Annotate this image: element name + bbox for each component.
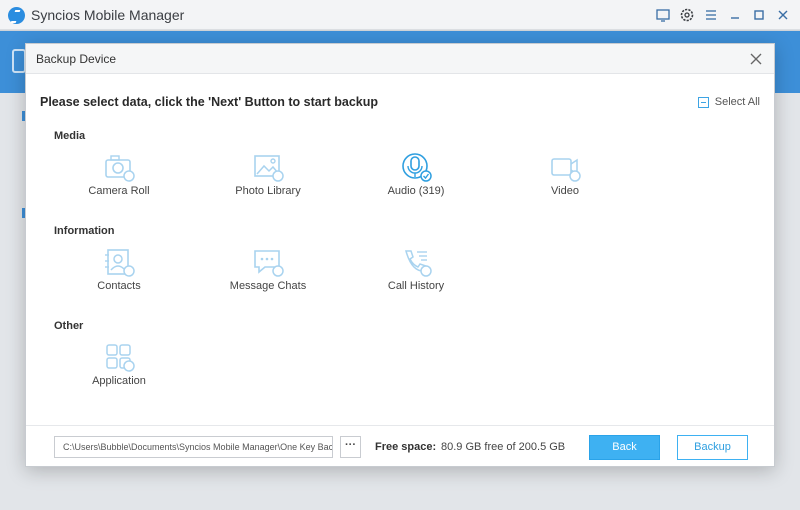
dialog-header: Backup Device: [26, 44, 774, 74]
backup-path-input[interactable]: C:\Users\Bubble\Documents\Syncios Mobile…: [54, 436, 333, 458]
item-photo-library[interactable]: Photo Library: [208, 152, 328, 204]
dialog-close-icon[interactable]: [748, 51, 764, 67]
footer-divider: [26, 425, 774, 426]
maximize-icon[interactable]: [750, 6, 768, 24]
monitor-icon[interactable]: [654, 6, 672, 24]
video-camera-icon: [549, 152, 581, 182]
device-phone-icon: [12, 49, 26, 73]
app-title: Syncios Mobile Manager: [31, 7, 185, 23]
section-media: Media: [54, 130, 86, 142]
item-label: Message Chats: [229, 280, 307, 292]
item-contacts[interactable]: Contacts: [59, 247, 179, 299]
close-icon[interactable]: [774, 6, 792, 24]
select-all-label: Select All: [714, 96, 760, 108]
camera-icon: [103, 152, 135, 182]
chat-bubble-icon: [252, 247, 284, 277]
contact-card-icon: [103, 247, 135, 277]
microphone-icon: [400, 152, 432, 182]
item-audio[interactable]: Audio (319): [356, 152, 476, 204]
item-label: Video: [551, 185, 579, 197]
back-button[interactable]: Back: [589, 435, 660, 460]
free-space-label: Free space:: [375, 441, 437, 453]
checkbox-partial-icon: [697, 96, 709, 108]
gear-icon[interactable]: [678, 6, 696, 24]
backup-device-dialog: Backup Device Please select data, click …: [25, 43, 775, 467]
menu-icon[interactable]: [702, 6, 720, 24]
app-titlebar: Syncios Mobile Manager: [0, 0, 800, 30]
phone-icon: [400, 247, 432, 277]
item-camera-roll[interactable]: Camera Roll: [59, 152, 179, 204]
item-label: Call History: [387, 280, 445, 292]
image-icon: [252, 152, 284, 182]
item-video[interactable]: Video: [505, 152, 625, 204]
section-other: Other: [54, 320, 84, 332]
select-all-checkbox[interactable]: Select All: [697, 96, 760, 108]
item-application[interactable]: Application: [59, 342, 179, 394]
item-label: Camera Roll: [88, 185, 150, 197]
syncios-logo-icon: [8, 7, 25, 24]
item-message-chats[interactable]: Message Chats: [208, 247, 328, 299]
instruction-text: Please select data, click the 'Next' But…: [40, 95, 378, 109]
item-label: Application: [92, 375, 146, 387]
item-label: Contacts: [97, 280, 141, 292]
free-space-value: 80.9 GB free of 200.5 GB: [441, 441, 566, 453]
backup-button[interactable]: Backup: [677, 435, 748, 460]
browse-path-button[interactable]: ···: [340, 436, 361, 458]
minimize-icon[interactable]: [726, 6, 744, 24]
item-call-history[interactable]: Call History: [356, 247, 476, 299]
section-information: Information: [54, 225, 115, 237]
dialog-title: Backup Device: [36, 52, 117, 66]
app-grid-icon: [103, 342, 135, 372]
item-label: Audio (319): [387, 185, 445, 197]
item-label: Photo Library: [235, 185, 301, 197]
